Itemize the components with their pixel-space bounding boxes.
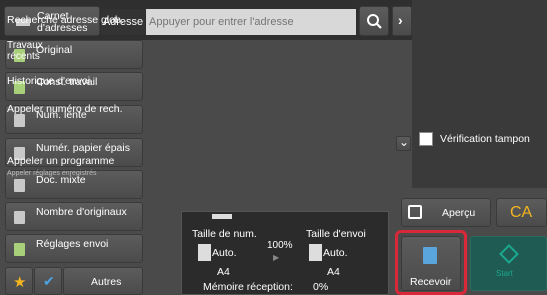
scanner-icon [212, 214, 232, 219]
preview-label: Aperçu [442, 207, 476, 219]
scan-size-label: Taille de num. [192, 228, 257, 240]
search-icon [367, 14, 382, 29]
sidebar-item-label: Nombre d'originaux [36, 206, 127, 218]
start-icon [499, 244, 519, 264]
panel-toggle-button[interactable]: › [392, 6, 412, 36]
slow-scan-icon [14, 114, 25, 127]
send-history[interactable]: Historique d'envoi [7, 75, 90, 87]
memory-value: 0% [313, 281, 329, 293]
clear-all-label: CA [510, 204, 533, 221]
check-button[interactable]: ✔ [34, 267, 62, 295]
star-icon: ★ [13, 274, 27, 291]
chevron-down-icon: ⌄ [399, 135, 410, 149]
checkmark-icon: ✔ [43, 273, 55, 289]
ratio: 100% [267, 240, 293, 251]
global-address-search[interactable]: Recherche adresse glob. [7, 14, 124, 26]
stamp-check-checkbox[interactable] [419, 132, 433, 146]
collapse-button[interactable]: ⌄ [396, 135, 411, 151]
start-button[interactable]: Start [470, 236, 547, 291]
send-paper: A4 [327, 266, 340, 278]
arrow-right-icon: ▶ [273, 253, 280, 262]
page-icon [309, 244, 322, 261]
others-button[interactable]: Autres [63, 267, 143, 295]
favorites-button[interactable]: ★ [5, 267, 33, 295]
sidebar-item-original-count[interactable]: Nombre d'originaux [5, 202, 143, 231]
chevron-right-icon: › [398, 12, 403, 28]
search-button[interactable] [359, 6, 389, 36]
preview-icon [408, 205, 422, 219]
receive-highlight [395, 230, 467, 295]
start-label: Start [496, 269, 513, 278]
right-panel [412, 0, 547, 188]
sidebar-item-send-settings[interactable]: Réglages envoi [5, 234, 143, 263]
send-settings-icon [14, 243, 25, 256]
stamp-check-label: Vérification tampon [440, 133, 530, 145]
original-count-icon [14, 211, 25, 224]
call-program[interactable]: Appeler un programme [7, 155, 114, 167]
send-size-label: Taille d'envoi [306, 228, 366, 240]
search-number[interactable]: Appeler numéro de rech. [7, 103, 123, 115]
address-input[interactable] [146, 9, 356, 35]
preview-button[interactable]: Aperçu [401, 198, 491, 227]
page-icon [198, 244, 211, 261]
memory-label: Mémoire réception: [203, 281, 293, 293]
recent-jobs[interactable]: Travaux récents [7, 40, 43, 62]
saved-settings: Appeler réglages enregistrés [7, 170, 97, 177]
mixed-doc-icon [14, 179, 25, 192]
sidebar-item-label: Numér. papier épais [36, 142, 130, 154]
sidebar-item-label: Réglages envoi [36, 238, 109, 250]
clear-all-button[interactable]: CA [496, 198, 547, 227]
send-mode: Auto. [323, 247, 348, 259]
scan-paper: A4 [217, 266, 230, 278]
others-label: Autres [91, 276, 122, 288]
scan-mode: Auto. [212, 247, 237, 259]
